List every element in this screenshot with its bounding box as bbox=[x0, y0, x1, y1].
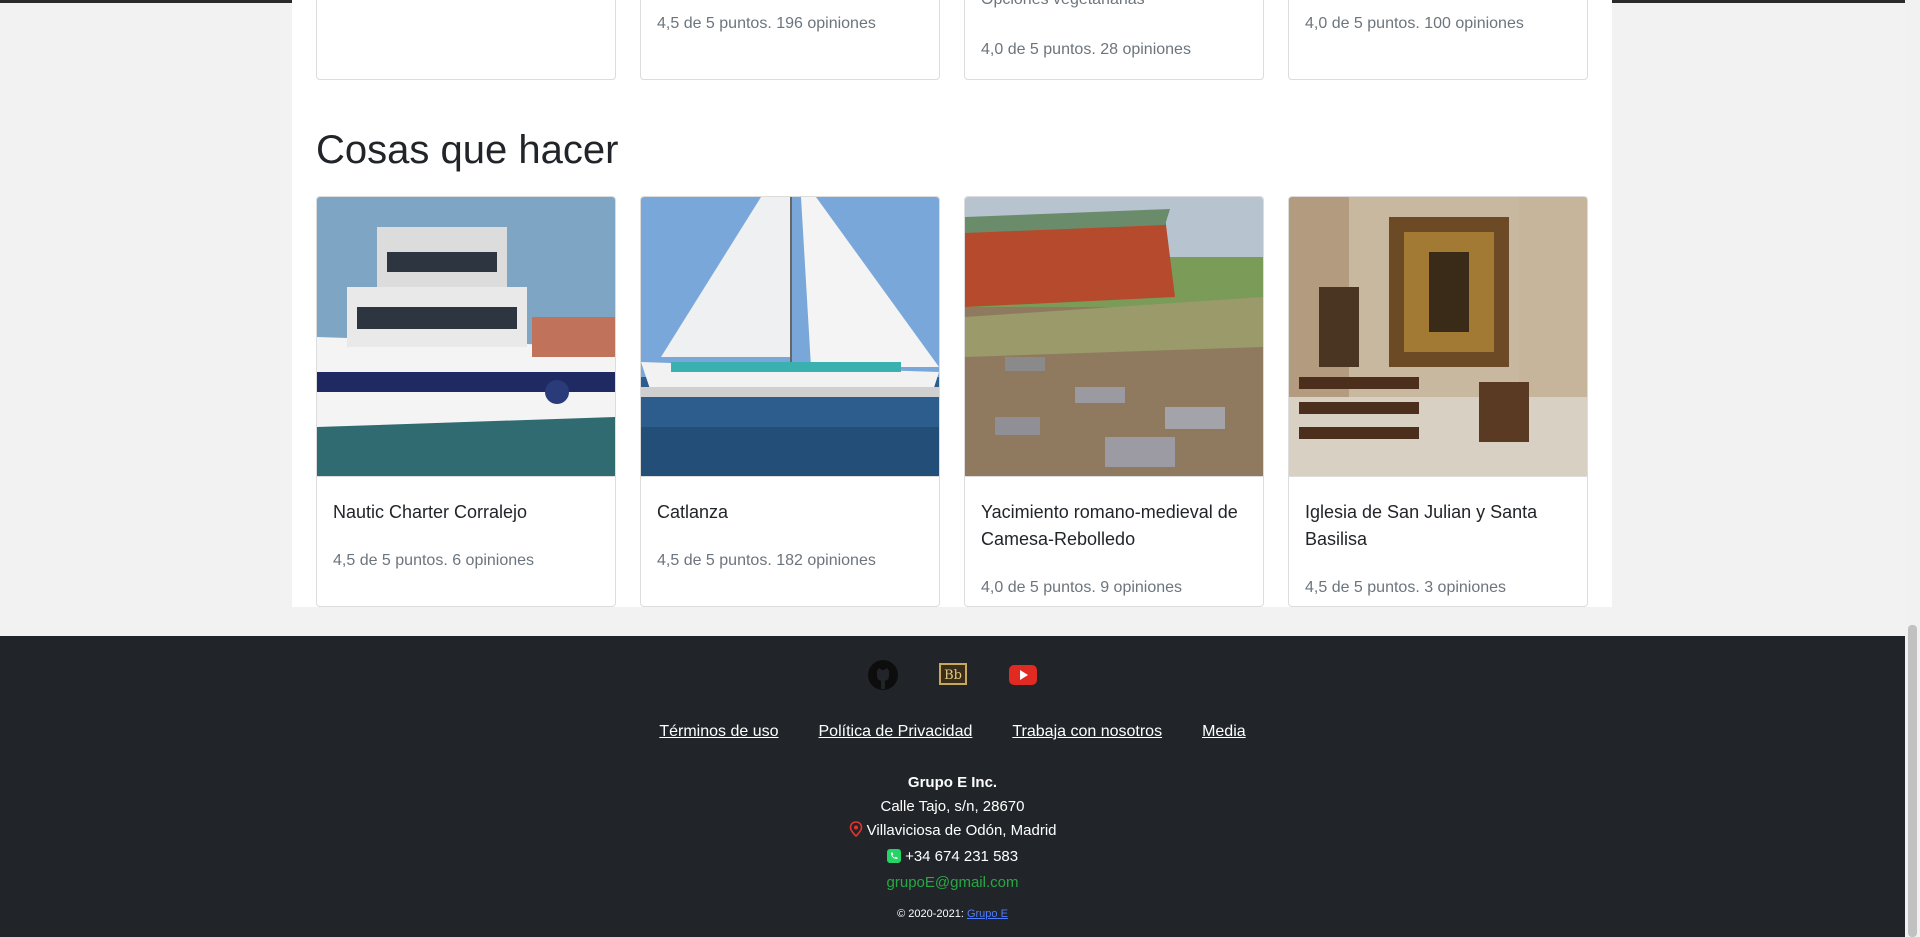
church-photo[interactable] bbox=[1289, 197, 1587, 477]
github-icon[interactable] bbox=[866, 658, 900, 692]
address-block: Grupo E Inc. Calle Tajo, s/n, 28670 Vill… bbox=[0, 771, 1905, 895]
thing-card-1[interactable]: Nautic Charter Corralejo 4,5 de 5 puntos… bbox=[316, 196, 616, 607]
link-media[interactable]: Media bbox=[1202, 723, 1246, 741]
footer-links: Términos de uso Política de Privacidad T… bbox=[0, 723, 1905, 741]
phone-line: +34 674 231 583 bbox=[0, 845, 1905, 871]
thing-rating: 4,5 de 5 puntos. 3 opiniones bbox=[1305, 579, 1507, 596]
restaurant-card-2[interactable]: 4,5 de 5 puntos. 196 opiniones bbox=[640, 0, 940, 80]
card-extra: Opciones vegetarianas bbox=[981, 0, 1145, 9]
link-privacy[interactable]: Política de Privacidad bbox=[819, 723, 973, 741]
thing-title[interactable]: Iglesia de San Julian y Santa Basilisa bbox=[1305, 499, 1573, 553]
social-links: Bb bbox=[0, 658, 1905, 692]
company-name: Grupo E Inc. bbox=[907, 774, 998, 791]
copyright: © 2020-2021: Grupo E bbox=[0, 908, 1905, 920]
email[interactable]: grupoE@gmail.com bbox=[0, 871, 1905, 895]
copyright-text: © 2020-2021: bbox=[897, 908, 964, 920]
card-rating: 4,0 de 5 puntos. 28 opiniones bbox=[981, 41, 1191, 58]
thing-card-2[interactable]: Catlanza 4,5 de 5 puntos. 182 opiniones bbox=[640, 196, 940, 607]
thing-card-3[interactable]: Yacimiento romano-medieval de Camesa-Reb… bbox=[964, 196, 1264, 607]
restaurant-card-3[interactable]: Opciones vegetarianas 4,0 de 5 puntos. 2… bbox=[964, 0, 1264, 80]
phone[interactable]: +34 674 231 583 bbox=[905, 848, 1018, 865]
copyright-link[interactable]: Grupo E bbox=[967, 908, 1008, 920]
link-work[interactable]: Trabaja con nosotros bbox=[1012, 723, 1162, 741]
thing-rating: 4,5 de 5 puntos. 6 opiniones bbox=[333, 552, 535, 569]
ruins-photo[interactable] bbox=[965, 197, 1263, 477]
blackboard-icon[interactable]: Bb bbox=[936, 658, 970, 692]
section-title: Cosas que hacer bbox=[316, 128, 619, 172]
youtube-icon[interactable] bbox=[1006, 658, 1040, 692]
phone-icon bbox=[886, 847, 901, 871]
thing-title[interactable]: Catlanza bbox=[657, 499, 925, 526]
card-rating: 4,0 de 5 puntos. 100 opiniones bbox=[1305, 15, 1524, 32]
footer: Bb Términos de uso Política de Privacida… bbox=[0, 636, 1905, 937]
thing-title[interactable]: Yacimiento romano-medieval de Camesa-Reb… bbox=[981, 499, 1249, 553]
restaurant-card-1[interactable] bbox=[316, 0, 616, 80]
yacht-photo[interactable] bbox=[317, 197, 615, 477]
thing-rating: 4,0 de 5 puntos. 9 opiniones bbox=[981, 579, 1183, 596]
link-terms[interactable]: Términos de uso bbox=[659, 723, 778, 741]
catamaran-photo[interactable] bbox=[641, 197, 939, 477]
scrollbar[interactable] bbox=[1905, 0, 1920, 937]
restaurant-card-4[interactable]: 4,0 de 5 puntos. 100 opiniones bbox=[1288, 0, 1588, 80]
card-rating: 4,5 de 5 puntos. 196 opiniones bbox=[657, 15, 876, 32]
thing-title[interactable]: Nautic Charter Corralejo bbox=[333, 499, 601, 526]
thing-rating: 4,5 de 5 puntos. 182 opiniones bbox=[657, 552, 876, 569]
thing-card-4[interactable]: Iglesia de San Julian y Santa Basilisa 4… bbox=[1288, 196, 1588, 607]
city: Villaviciosa de Odón, Madrid bbox=[866, 822, 1057, 839]
scrollbar-thumb[interactable] bbox=[1908, 625, 1917, 937]
street: Calle Tajo, s/n, 28670 bbox=[880, 798, 1025, 815]
location-pin-icon bbox=[849, 821, 863, 845]
city-line: Villaviciosa de Odón, Madrid bbox=[0, 819, 1905, 845]
blackboard-text: Bb bbox=[944, 668, 962, 683]
